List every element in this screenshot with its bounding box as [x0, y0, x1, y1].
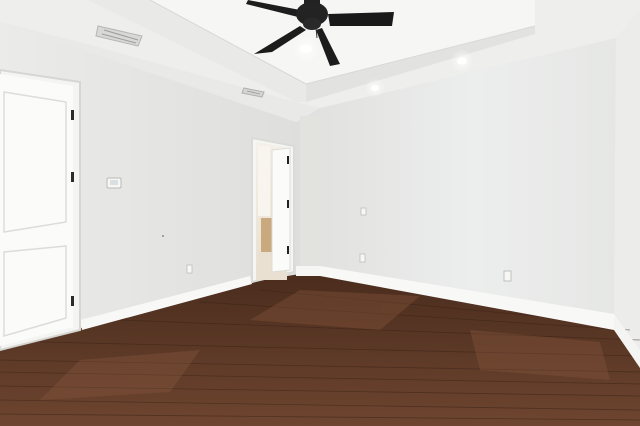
- recessed-light-icon: [450, 49, 474, 73]
- hallway-cabinet: [261, 218, 272, 252]
- electrical-outlet-icon: [186, 264, 193, 274]
- electrical-outlet-icon: [503, 270, 512, 282]
- fan-hub: [303, 18, 321, 30]
- room-photo: [0, 0, 640, 426]
- door-hinge: [287, 200, 289, 208]
- door-hinge: [287, 156, 289, 164]
- door-hinge: [287, 246, 289, 254]
- fan-blade: [328, 12, 394, 26]
- recessed-light-icon: [292, 35, 320, 63]
- light-switch-icon[interactable]: [360, 207, 367, 216]
- open-doorway[interactable]: [251, 136, 295, 284]
- door-hinge: [71, 296, 74, 306]
- door-hinge: [71, 172, 74, 182]
- recessed-light-icon: [365, 78, 385, 98]
- panel-door[interactable]: [0, 68, 81, 352]
- door-hinge: [71, 110, 74, 120]
- right-wall: [614, 10, 640, 368]
- electrical-outlet-icon: [359, 253, 366, 263]
- wall-corner-column: [300, 116, 320, 276]
- thermostat-icon[interactable]: [106, 177, 122, 189]
- wall-mark: [162, 235, 164, 237]
- hallway-wall: [258, 146, 270, 216]
- room-illustration: [0, 0, 640, 426]
